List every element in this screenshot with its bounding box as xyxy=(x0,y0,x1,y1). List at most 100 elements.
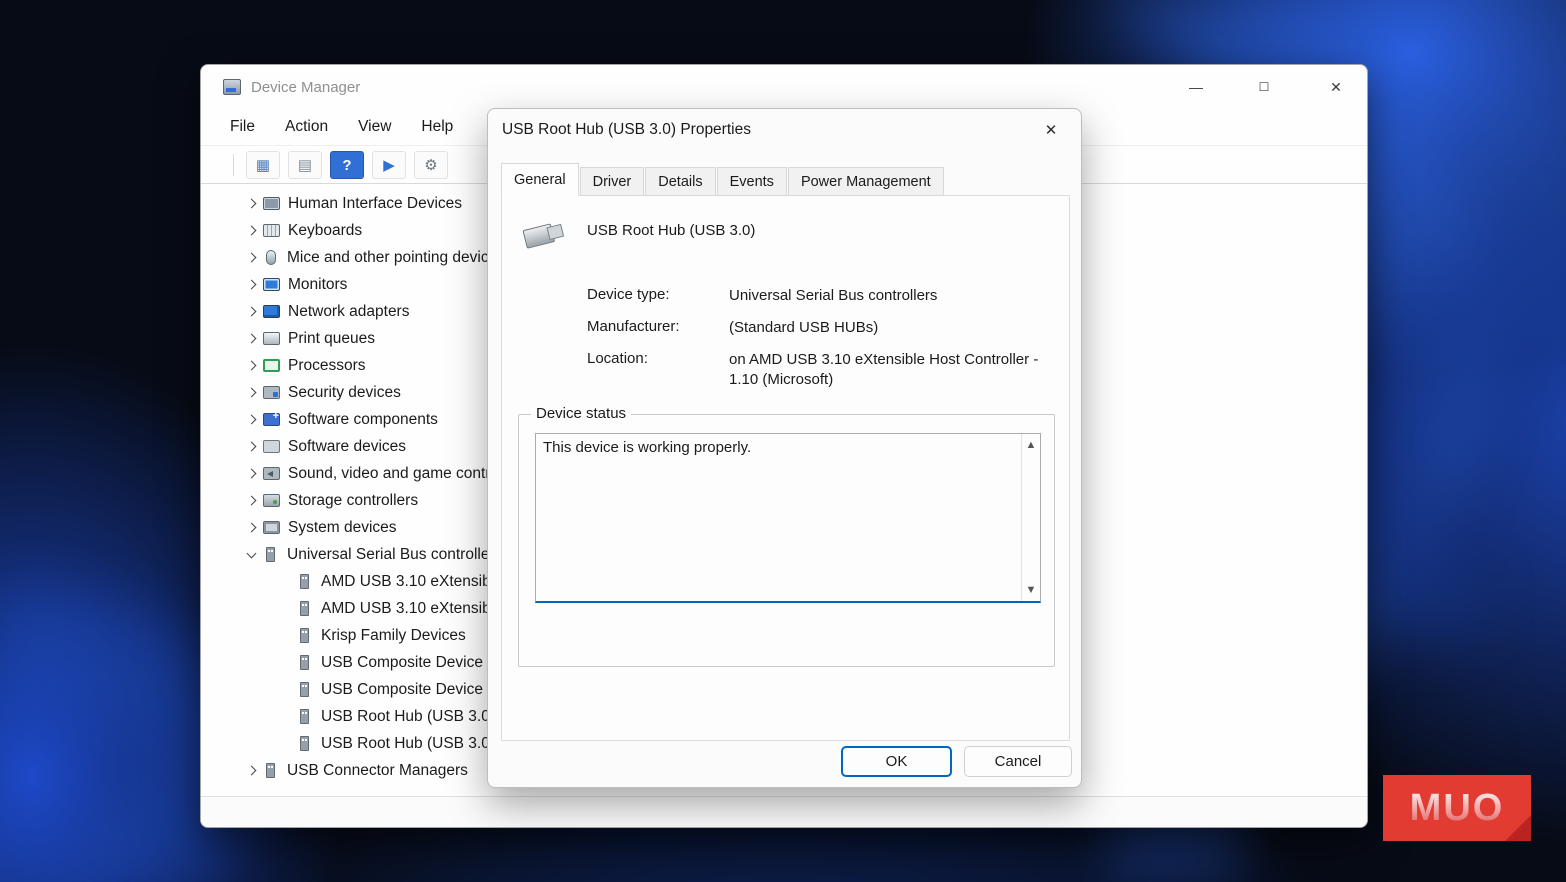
muo-logo-text: MUO xyxy=(1410,787,1505,830)
toolbar-show-console-tree-button[interactable]: ▦ xyxy=(246,151,280,179)
tree-item-label: Processors xyxy=(288,357,366,375)
tab-events[interactable]: Events xyxy=(717,167,787,196)
chevron-box[interactable] xyxy=(241,443,261,450)
tab-driver[interactable]: Driver xyxy=(580,167,645,196)
tree-item-label: Network adapters xyxy=(288,303,409,321)
minimize-button[interactable]: — xyxy=(1173,65,1219,109)
software-device-icon xyxy=(263,440,280,453)
chevron-right-icon xyxy=(246,253,256,263)
toolbar-separator xyxy=(233,154,234,176)
scroll-up-icon[interactable]: ▲ xyxy=(1022,439,1040,451)
help-icon: ? xyxy=(342,158,351,173)
usb-icon xyxy=(300,682,309,697)
processor-icon xyxy=(263,359,280,372)
muo-logo: MUO xyxy=(1383,775,1531,841)
chevron-right-icon xyxy=(246,280,256,290)
chevron-box[interactable] xyxy=(241,553,261,557)
tab-general[interactable]: General xyxy=(501,163,579,196)
keyboard-icon xyxy=(263,224,280,237)
tab-strip: GeneralDriverDetailsEventsPower Manageme… xyxy=(501,163,945,196)
chevron-right-icon xyxy=(246,766,256,776)
dialog-close-button[interactable]: ✕ xyxy=(1029,111,1073,149)
chevron-box[interactable] xyxy=(241,227,261,234)
tree-item-label: USB Connector Managers xyxy=(287,762,468,780)
device-status-label: Device status xyxy=(531,405,631,422)
tree-item-label: System devices xyxy=(288,519,397,537)
chevron-box[interactable] xyxy=(241,497,261,504)
close-icon: ✕ xyxy=(1045,121,1058,139)
menu-help[interactable]: Help xyxy=(406,118,468,136)
security-icon xyxy=(263,386,280,399)
toolbar-help-button[interactable]: ? xyxy=(330,151,364,179)
field-label: Manufacturer: xyxy=(587,318,729,338)
chevron-box[interactable] xyxy=(241,254,261,261)
chevron-right-icon xyxy=(246,415,256,425)
chevron-box[interactable] xyxy=(241,470,261,477)
chevron-box[interactable] xyxy=(241,524,261,531)
device-info-row: Device type:Universal Serial Bus control… xyxy=(587,286,1057,306)
menu-action[interactable]: Action xyxy=(270,118,343,136)
tab-power-management[interactable]: Power Management xyxy=(788,167,944,196)
dialog-title-bar[interactable]: USB Root Hub (USB 3.0) Properties xyxy=(488,109,1081,151)
device-info-row: Location:on AMD USB 3.10 eXtensible Host… xyxy=(587,350,1057,390)
menu-file[interactable]: File xyxy=(215,118,270,136)
device-info-fields: Device type:Universal Serial Bus control… xyxy=(587,286,1057,402)
cancel-button[interactable]: Cancel xyxy=(964,746,1072,777)
tree-item-label: Software devices xyxy=(288,438,406,456)
tree-item-label: Human Interface Devices xyxy=(288,195,462,213)
device-manager-icon xyxy=(223,79,241,95)
software-component-icon xyxy=(263,413,280,426)
toolbar-properties-button[interactable]: ▤ xyxy=(288,151,322,179)
hid-icon xyxy=(263,197,280,210)
close-icon: ✕ xyxy=(1330,79,1342,96)
general-tab-page: USB Root Hub (USB 3.0) Device type:Unive… xyxy=(501,195,1070,741)
minimize-icon: — xyxy=(1189,79,1203,95)
usb-icon xyxy=(300,736,309,751)
show-console-tree-icon: ▦ xyxy=(256,158,270,173)
network-icon xyxy=(263,305,280,318)
chevron-right-icon xyxy=(246,361,256,371)
chevron-right-icon xyxy=(246,496,256,506)
chevron-box[interactable] xyxy=(241,200,261,207)
menu-view[interactable]: View xyxy=(343,118,406,136)
chevron-box[interactable] xyxy=(241,767,261,774)
tree-item-label: Security devices xyxy=(288,384,401,402)
close-button[interactable]: ✕ xyxy=(1313,65,1359,109)
chevron-box[interactable] xyxy=(241,389,261,396)
chevron-box[interactable] xyxy=(241,335,261,342)
tree-item-label: Print queues xyxy=(288,330,375,348)
ok-button[interactable]: OK xyxy=(841,746,952,777)
printer-icon xyxy=(263,332,280,345)
chevron-box[interactable] xyxy=(241,281,261,288)
update-driver-icon: ⚙ xyxy=(424,158,437,173)
maximize-button[interactable]: ☐ xyxy=(1241,65,1287,109)
chevron-box[interactable] xyxy=(241,308,261,315)
usb-icon xyxy=(300,574,309,589)
scrollbar[interactable]: ▲ ▼ xyxy=(1021,434,1040,601)
mouse-icon xyxy=(266,250,276,265)
tree-item-label: USB Composite Device xyxy=(321,654,483,672)
tree-item-label: Software components xyxy=(288,411,438,429)
properties-icon: ▤ xyxy=(298,158,312,173)
chevron-box[interactable] xyxy=(241,416,261,423)
tree-item-label: Mice and other pointing devices xyxy=(287,249,505,267)
chevron-right-icon xyxy=(246,469,256,479)
chevron-box[interactable] xyxy=(241,362,261,369)
tab-details[interactable]: Details xyxy=(645,167,715,196)
tree-item-label: USB Composite Device xyxy=(321,681,483,699)
toolbar-scan-for-hardware-changes-button[interactable]: ▶ xyxy=(372,151,406,179)
usb-icon xyxy=(300,628,309,643)
sound-icon xyxy=(263,467,280,480)
device-name: USB Root Hub (USB 3.0) xyxy=(587,222,755,239)
device-status-groupbox: Device status This device is working pro… xyxy=(518,414,1055,667)
chevron-down-icon xyxy=(246,548,256,558)
toolbar-update-driver-button[interactable]: ⚙ xyxy=(414,151,448,179)
usb-plug-icon xyxy=(521,215,569,252)
scroll-down-icon[interactable]: ▼ xyxy=(1022,584,1040,596)
dialog-title: USB Root Hub (USB 3.0) Properties xyxy=(502,121,751,139)
status-bar xyxy=(201,796,1367,828)
device-status-textbox[interactable]: This device is working properly. ▲ ▼ xyxy=(535,433,1041,603)
chevron-right-icon xyxy=(246,388,256,398)
system-icon xyxy=(263,521,280,534)
field-value: (Standard USB HUBs) xyxy=(729,318,1051,338)
